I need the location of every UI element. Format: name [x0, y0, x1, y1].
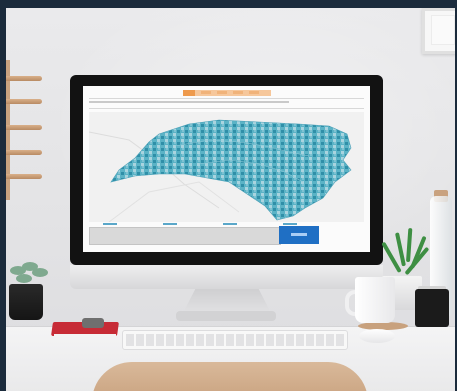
screen-divider: [89, 98, 364, 99]
monitor-stand-neck: [183, 289, 271, 313]
legend-swatch: [223, 223, 237, 225]
wall-rack-peg: [6, 125, 42, 130]
screen-footer-bar: [89, 227, 281, 245]
chair-back: [92, 362, 368, 391]
screen-tab-bar: [183, 90, 271, 96]
screen-tab: [217, 91, 227, 94]
wall-rack-post: [6, 60, 10, 200]
wall-rack-peg: [6, 150, 42, 155]
coffee-mug: [355, 277, 395, 323]
scene: [0, 0, 457, 391]
plant-pot-left: [9, 284, 43, 320]
screen-tab: [201, 91, 211, 94]
screen-divider: [89, 108, 364, 109]
screen-tab-active: [183, 90, 195, 96]
succulent-leaf: [32, 268, 48, 277]
mouse: [359, 329, 395, 343]
clip-object: [82, 318, 104, 328]
screen-tab: [233, 91, 243, 94]
screen-blue-button: [279, 226, 319, 244]
keyboard: [122, 330, 348, 350]
wall-frame: [422, 8, 455, 54]
legend-swatch: [103, 223, 117, 225]
wall-rack-peg: [6, 174, 42, 179]
legend-swatch: [163, 223, 177, 225]
map-canvas: [88, 112, 364, 223]
black-box: [415, 289, 449, 327]
monitor-screen: [83, 86, 370, 252]
screen-caption-line: [89, 101, 289, 103]
succulent-leaf: [16, 274, 32, 283]
monitor-chin: [70, 265, 383, 289]
monitor-stand-base: [176, 311, 276, 321]
screen-tab: [249, 91, 259, 94]
wall-rack-peg: [6, 76, 42, 81]
county-map: [88, 112, 364, 223]
wall-rack-peg: [6, 99, 42, 104]
legend-swatch: [283, 223, 297, 225]
